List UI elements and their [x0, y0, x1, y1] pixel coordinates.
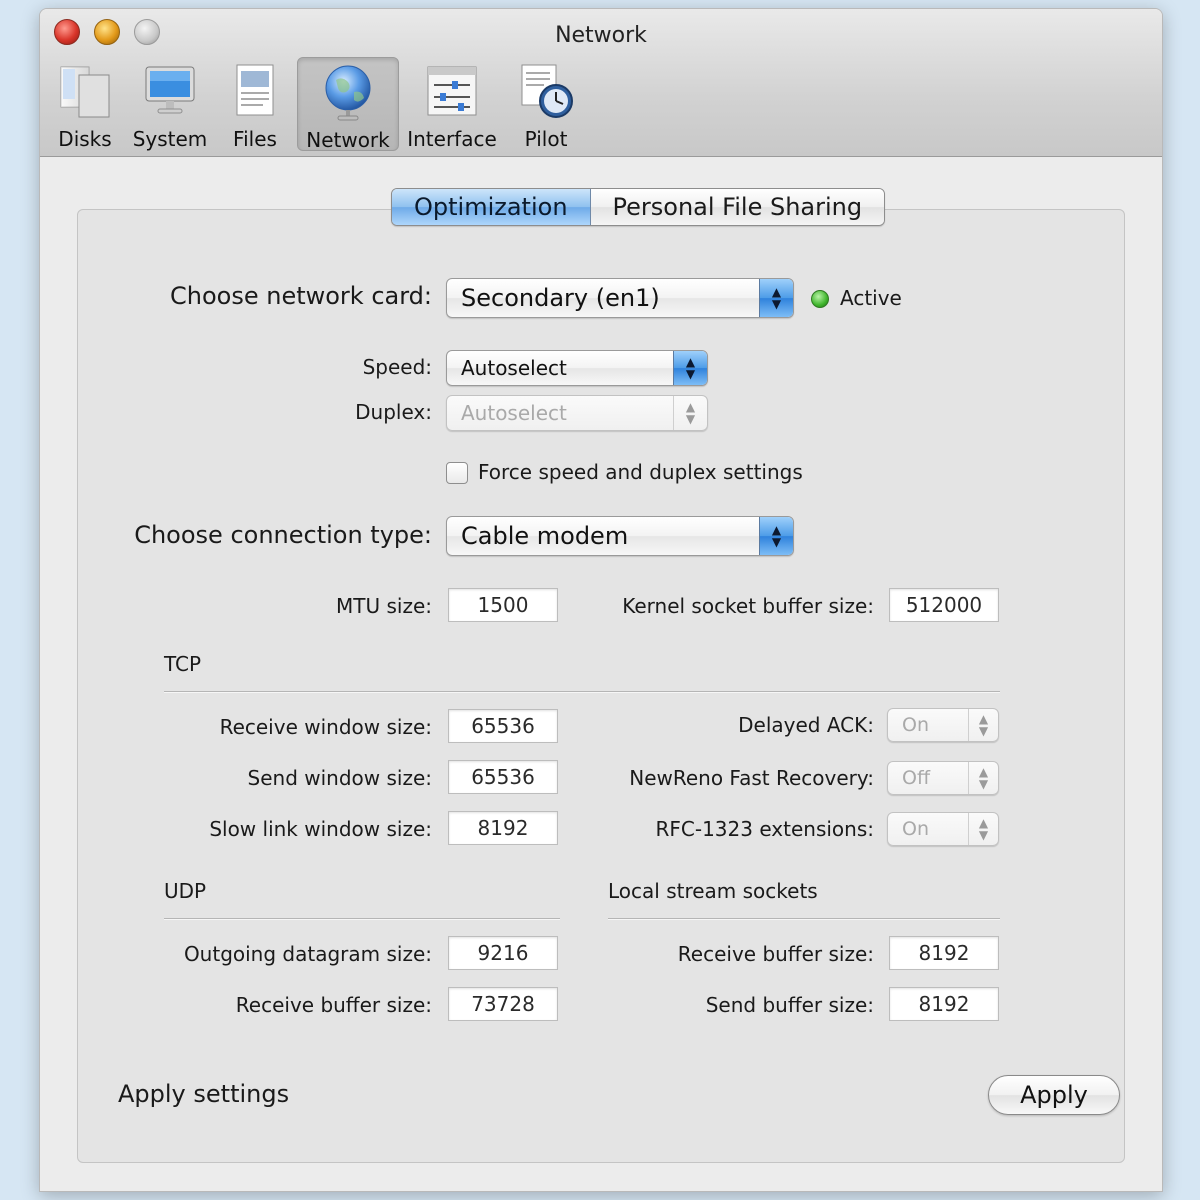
rfc1323-label: RFC-1323 extensions:: [655, 817, 875, 841]
title-bar: Network Disks System Files Network Inter…: [40, 9, 1162, 157]
newreno-value: Off: [902, 767, 931, 789]
newreno-popup[interactable]: Off ▲ ▼: [887, 761, 999, 795]
connection-type-label: Choose connection type:: [134, 521, 432, 549]
popup-arrows-icon: ▲ ▼: [673, 351, 707, 385]
kernel-buffer-field[interactable]: 512000: [889, 588, 999, 622]
toolbar-label-interface: Interface: [407, 127, 497, 151]
force-settings-checkbox[interactable]: [446, 462, 468, 484]
monitor-icon: [145, 66, 195, 114]
send-window-field[interactable]: 65536: [448, 760, 558, 794]
toolbar-label-disks: Disks: [58, 127, 112, 151]
content-area: Optimization Personal File Sharing Choos…: [40, 157, 1162, 1191]
toolbar-label-system: System: [132, 127, 208, 151]
tcp-divider: [164, 691, 1000, 693]
files-icon: [236, 64, 274, 116]
toolbar-item-interface[interactable]: Interface: [406, 57, 498, 151]
local-receive-buffer-field[interactable]: 8192: [889, 936, 999, 970]
optimization-panel: Optimization Personal File Sharing Choos…: [77, 188, 1125, 1163]
network-status-label: Active: [840, 286, 902, 310]
udp-divider: [164, 918, 560, 920]
sliders-icon: [427, 66, 477, 116]
toolbar-label-files: Files: [233, 127, 277, 151]
popup-arrows-icon: ▲ ▼: [968, 813, 998, 845]
local-receive-buffer-label: Receive buffer size:: [677, 942, 874, 966]
udp-section-title: UDP: [164, 879, 207, 903]
popup-arrows-icon: ▲ ▼: [968, 762, 998, 794]
delayed-ack-value: On: [902, 714, 929, 736]
tcp-section-title: TCP: [164, 652, 202, 676]
rfc1323-value: On: [902, 818, 929, 840]
local-stream-divider: [608, 918, 1000, 920]
tab-optimization[interactable]: Optimization: [392, 189, 591, 225]
local-stream-section-title: Local stream sockets: [608, 879, 818, 903]
disks-icon: [60, 66, 110, 118]
toolbar-label-pilot: Pilot: [524, 127, 568, 151]
duplex-label: Duplex:: [355, 400, 432, 424]
apply-settings-label: Apply settings: [118, 1080, 290, 1108]
speed-label: Speed:: [362, 355, 432, 379]
globe-icon: [325, 65, 371, 121]
toolbar-item-system[interactable]: System: [128, 57, 212, 151]
receive-window-label: Receive window size:: [219, 715, 432, 739]
udp-receive-buffer-label: Receive buffer size:: [235, 993, 432, 1017]
slow-link-window-label: Slow link window size:: [209, 817, 432, 841]
delayed-ack-popup[interactable]: On ▲ ▼: [887, 708, 999, 742]
popup-arrows-icon: ▲ ▼: [759, 279, 793, 317]
local-send-buffer-field[interactable]: 8192: [889, 987, 999, 1021]
popup-arrows-icon: ▲ ▼: [759, 517, 793, 555]
tab-control: Optimization Personal File Sharing: [391, 188, 886, 226]
apply-button[interactable]: Apply: [988, 1075, 1120, 1115]
network-card-popup[interactable]: Secondary (en1) ▲ ▼: [446, 278, 794, 318]
newreno-label: NewReno Fast Recovery:: [629, 766, 874, 790]
udp-receive-buffer-field[interactable]: 73728: [448, 987, 558, 1021]
network-card-label: Choose network card:: [170, 282, 432, 310]
toolbar-label-network: Network: [306, 128, 390, 152]
receive-window-field[interactable]: 65536: [448, 709, 558, 743]
popup-arrows-icon: ▲ ▼: [673, 396, 707, 430]
popup-arrows-icon: ▲ ▼: [968, 709, 998, 741]
preferences-window: Network Disks System Files Network Inter…: [39, 8, 1163, 1192]
speed-value: Autoselect: [461, 356, 567, 380]
slow-link-window-field[interactable]: 8192: [448, 811, 558, 845]
outgoing-datagram-field[interactable]: 9216: [448, 936, 558, 970]
connection-type-value: Cable modem: [461, 522, 629, 550]
force-settings-label: Force speed and duplex settings: [478, 460, 803, 484]
delayed-ack-label: Delayed ACK:: [738, 713, 874, 737]
toolbar-item-disks[interactable]: Disks: [50, 57, 120, 151]
speed-popup[interactable]: Autoselect ▲ ▼: [446, 350, 708, 386]
network-card-value: Secondary (en1): [461, 284, 660, 312]
toolbar-item-network[interactable]: Network: [297, 57, 399, 152]
mtu-field[interactable]: 1500: [448, 588, 558, 622]
send-window-label: Send window size:: [247, 766, 432, 790]
toolbar-item-files[interactable]: Files: [220, 57, 290, 151]
status-indicator-icon: [811, 290, 829, 308]
mtu-label: MTU size:: [336, 594, 432, 618]
rfc1323-popup[interactable]: On ▲ ▼: [887, 812, 999, 846]
window-title: Network: [555, 23, 647, 48]
connection-type-popup[interactable]: Cable modem ▲ ▼: [446, 516, 794, 556]
clock-icon: [521, 64, 573, 118]
tab-personal-file-sharing[interactable]: Personal File Sharing: [590, 189, 885, 225]
outgoing-datagram-label: Outgoing datagram size:: [183, 942, 432, 966]
toolbar-item-pilot[interactable]: Pilot: [508, 57, 584, 151]
duplex-value: Autoselect: [461, 401, 567, 425]
duplex-popup: Autoselect ▲ ▼: [446, 395, 708, 431]
local-send-buffer-label: Send buffer size:: [705, 993, 874, 1017]
kernel-buffer-label: Kernel socket buffer size:: [622, 594, 874, 618]
